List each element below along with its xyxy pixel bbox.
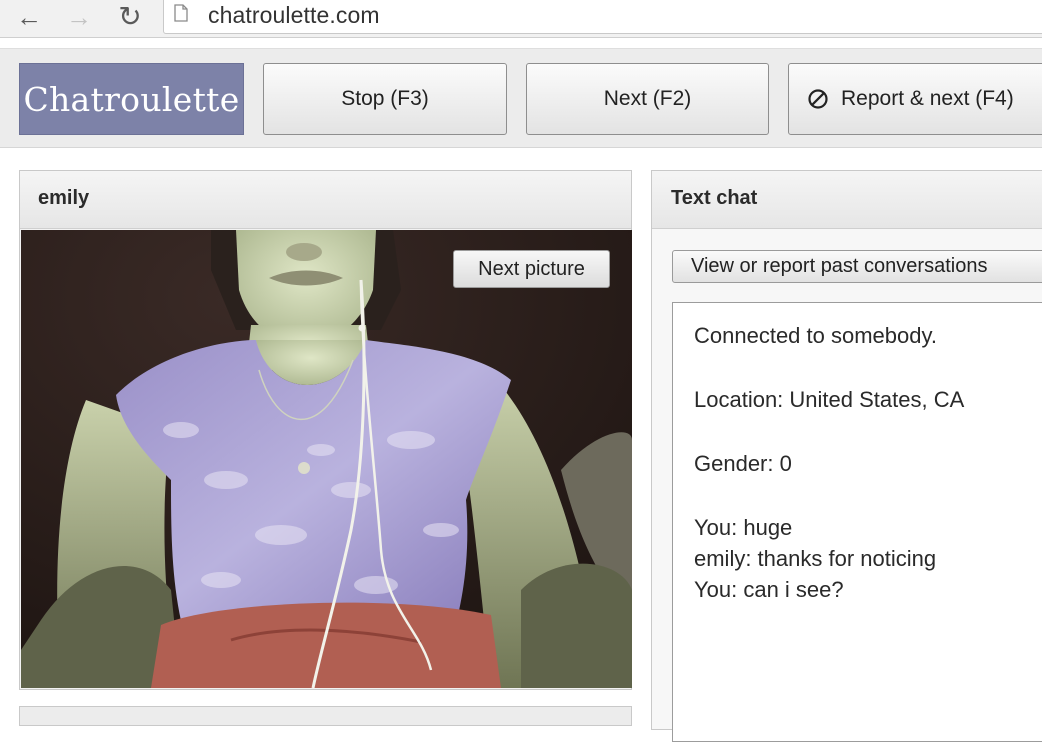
prohibited-icon	[808, 89, 828, 109]
next-button[interactable]: Next (F2)	[526, 63, 769, 135]
address-bar[interactable]: chatroulette.com	[163, 0, 1042, 34]
lower-panel	[19, 706, 632, 726]
logo-text: Chatroulette	[23, 79, 240, 119]
chat-message: emily: thanks for noticing	[694, 546, 937, 571]
site-logo[interactable]: Chatroulette	[19, 63, 244, 135]
report-next-label: Report & next (F4)	[841, 87, 1014, 110]
browser-toolbar: ← → ↻ chatroulette.com	[0, 0, 1042, 38]
chat-panel-header: Text chat	[652, 171, 1042, 229]
past-conversations-button[interactable]: View or report past conversations	[672, 250, 1042, 283]
page-icon	[174, 4, 188, 22]
location-message: Location: United States, CA	[694, 387, 965, 412]
stop-button[interactable]: Stop (F3)	[263, 63, 507, 135]
partner-video: Next picture	[21, 230, 632, 688]
gender-message: Gender: 0	[694, 451, 792, 476]
partner-name: emily	[38, 187, 90, 209]
status-message: Connected to somebody.	[694, 323, 937, 348]
chat-title: Text chat	[671, 187, 758, 209]
next-picture-button[interactable]: Next picture	[453, 250, 610, 288]
chat-message: You: huge	[694, 515, 793, 540]
video-panel: emily Next picture	[19, 170, 632, 690]
chat-panel: Text chat View or report past conversati…	[651, 170, 1042, 742]
report-next-button[interactable]: Report & next (F4)	[788, 63, 1042, 135]
webcam-frame	[21, 230, 632, 688]
chat-log[interactable]: Connected to somebody. Location: United …	[672, 302, 1042, 742]
back-arrow-icon[interactable]: ←	[14, 2, 44, 32]
url-text: chatroulette.com	[208, 2, 380, 28]
chat-message: You: can i see?	[694, 577, 844, 602]
forward-arrow-icon[interactable]: →	[64, 2, 94, 32]
video-panel-header: emily	[20, 171, 631, 229]
reload-icon[interactable]: ↻	[115, 2, 145, 32]
site-toolbar: Chatroulette Stop (F3) Next (F2) Report …	[0, 48, 1042, 148]
